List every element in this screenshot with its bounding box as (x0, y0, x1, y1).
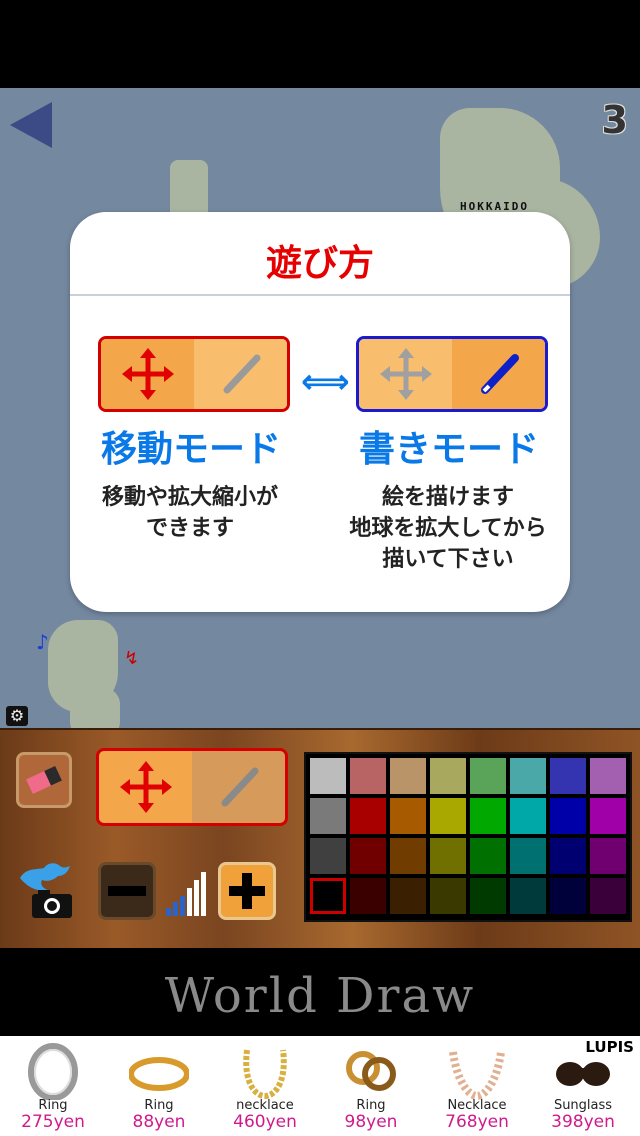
app-title: World Draw (164, 968, 476, 1024)
ad-product-item[interactable]: Necklace 768yen (424, 1040, 530, 1136)
swap-arrow-icon: ⟺ (301, 362, 350, 402)
color-swatch[interactable] (430, 878, 466, 914)
knot-ring-icon (341, 1042, 401, 1100)
ad-product-name: Ring (144, 1098, 174, 1113)
back-button[interactable] (8, 100, 54, 150)
zoom-out-button[interactable] (98, 862, 156, 920)
ad-product-price: 88yen (132, 1112, 186, 1132)
draw-mode-label: 書きモード (358, 429, 539, 470)
minus-icon (108, 886, 146, 896)
color-swatch[interactable] (470, 798, 506, 834)
move-arrows-icon (359, 339, 452, 409)
color-swatch[interactable] (510, 838, 546, 874)
color-swatch[interactable] (350, 798, 386, 834)
blue-note-icon: ♪ (36, 630, 49, 654)
ad-product-name: Sunglass (553, 1098, 613, 1113)
ad-product-item[interactable]: Ring 88yen (106, 1040, 212, 1136)
color-swatch[interactable] (470, 758, 506, 794)
color-swatch[interactable] (390, 878, 426, 914)
level-number: 3 (601, 98, 628, 142)
color-swatch[interactable] (310, 878, 346, 914)
color-swatch[interactable] (310, 758, 346, 794)
back-arrow-icon (10, 102, 52, 148)
color-swatch[interactable] (390, 758, 426, 794)
color-swatch[interactable] (390, 798, 426, 834)
color-swatch[interactable] (430, 838, 466, 874)
move-mode-label: 移動モード (100, 429, 281, 470)
color-swatch[interactable] (550, 838, 586, 874)
how-to-play-dialog[interactable]: 遊び方 ⟺ 移動モード 書きモード 移動や拡大縮小が できます 絵を描けます 地… (70, 212, 570, 612)
lace-necklace-icon (447, 1042, 507, 1101)
ring-icon (23, 1042, 83, 1101)
color-swatch[interactable] (310, 798, 346, 834)
color-swatch[interactable] (390, 838, 426, 874)
twitter-share-button[interactable] (14, 858, 76, 920)
ad-product-item[interactable]: necklace 460yen (212, 1040, 318, 1136)
ad-product-price: 398yen (551, 1112, 615, 1132)
ad-product-price: 768yen (445, 1112, 509, 1132)
ad-product-price: 275yen (21, 1112, 85, 1132)
gold-band-icon (128, 1042, 190, 1100)
move-arrows-icon (119, 761, 172, 813)
color-swatch[interactable] (590, 798, 626, 834)
color-swatch[interactable] (350, 758, 386, 794)
ad-product-name: Ring (356, 1098, 386, 1113)
chain-necklace-icon (235, 1042, 295, 1100)
color-swatch[interactable] (350, 838, 386, 874)
ad-product-price: 460yen (233, 1112, 297, 1132)
color-swatch[interactable] (310, 838, 346, 874)
color-swatch[interactable] (510, 878, 546, 914)
settings-gear-icon[interactable]: ⚙ (6, 706, 28, 726)
eraser-icon (26, 765, 62, 795)
color-swatch[interactable] (550, 878, 586, 914)
move-mode-button[interactable] (99, 751, 192, 823)
divider (70, 294, 570, 296)
ad-product-item[interactable]: Sunglass 398yen (530, 1040, 636, 1136)
ad-product-name: Ring (38, 1098, 68, 1113)
color-swatch[interactable] (550, 758, 586, 794)
move-mode-description: 移動や拡大縮小が できます (101, 485, 278, 541)
sunglasses-icon (553, 1042, 613, 1100)
color-swatch[interactable] (590, 758, 626, 794)
ad-product-item[interactable]: Ring 98yen (318, 1040, 424, 1136)
zoom-in-button[interactable] (218, 862, 276, 920)
draw-mode-button[interactable] (192, 751, 285, 823)
eraser-button[interactable] (16, 752, 72, 808)
color-swatch[interactable] (350, 878, 386, 914)
ad-product-item[interactable]: Ring 275yen (0, 1040, 106, 1136)
draw-mode-description: 絵を描けます 地球を拡大してから 描いて下さい (349, 485, 547, 572)
ad-product-name: Necklace (447, 1098, 507, 1113)
plus-icon (229, 873, 265, 909)
twitter-camera-icon (20, 863, 72, 918)
pencil-icon (221, 767, 258, 807)
color-swatch[interactable] (590, 838, 626, 874)
color-swatch[interactable] (590, 878, 626, 914)
zoom-level-indicator (164, 866, 212, 916)
move-mode-illustration (98, 336, 290, 412)
color-swatch[interactable] (510, 758, 546, 794)
pencil-icon (194, 339, 287, 409)
red-mark-icon: ↯ (124, 648, 140, 669)
color-palette[interactable] (304, 752, 632, 922)
ad-product-price: 98yen (344, 1112, 398, 1132)
color-swatch[interactable] (550, 798, 586, 834)
pencil-icon (452, 339, 545, 409)
signal-bars-icon (166, 872, 206, 916)
move-arrows-icon (101, 339, 194, 409)
color-swatch[interactable] (470, 878, 506, 914)
color-swatch[interactable] (470, 838, 506, 874)
dialog-title: 遊び方 (265, 243, 374, 284)
mode-toggle[interactable] (96, 748, 288, 826)
color-swatch[interactable] (430, 798, 466, 834)
draw-mode-illustration (356, 336, 548, 412)
color-swatch[interactable] (510, 798, 546, 834)
ad-product-name: necklace (236, 1098, 294, 1113)
color-swatch[interactable] (430, 758, 466, 794)
